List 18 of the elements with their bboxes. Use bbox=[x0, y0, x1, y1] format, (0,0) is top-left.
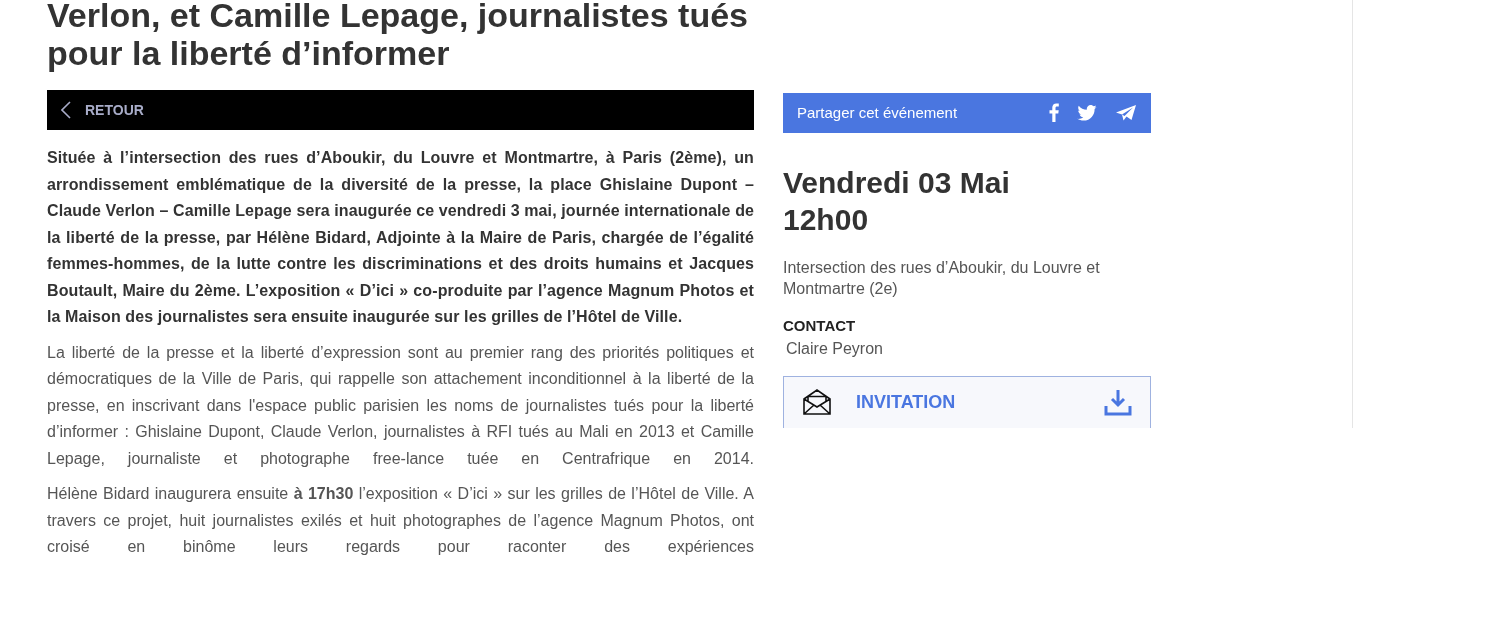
facebook-icon[interactable] bbox=[1049, 103, 1059, 123]
chevron-left-icon bbox=[61, 101, 71, 119]
contact-label: CONTACT bbox=[783, 315, 857, 336]
body-paragraph: Hélène Bidard inaugurera ensuite à 17h30 l’exposition « D’ici » sur les grilles de l’Hôtel de Ville. A travers ce projet, huit journalistes exilés et huit photographes de l’agence Magnum Photos, ont croisé en binôme leurs regards pour raconter des expériences bbox=[47, 484, 754, 557]
contact-name: Claire Peyron bbox=[786, 338, 884, 359]
invitation-download[interactable]: INVITATION bbox=[783, 375, 1151, 428]
invitation-label: INVITATION bbox=[856, 390, 957, 414]
send-icon[interactable] bbox=[1115, 103, 1137, 122]
event-date: Vendredi 03 Mai 12h00 bbox=[783, 164, 1011, 238]
envelope-icon bbox=[802, 388, 832, 417]
download-icon bbox=[1104, 388, 1132, 417]
event-address: Intersection des rues d’Aboukir, du Louvre et Montmartre (2e) bbox=[783, 257, 1101, 299]
page-title: Verlon, et Camille Lepage, journalistes tués pour la liberté d’informer bbox=[47, 0, 749, 72]
twitter-icon[interactable] bbox=[1077, 104, 1097, 121]
back-link[interactable]: RETOUR bbox=[61, 99, 144, 121]
lead-paragraph: Située à l’intersection des rues d’Aboukir, du Louvre et Montmartre, à Paris (2ème), un arrondissement emblématique de la diversité de la presse, la place Ghislaine Dupont – Claude Verlon – Camille Lepage sera inaugurée ce vendredi 3 mai, journée internationale de la liberté de la presse, par Hélène Bidard, Adjointe à la Maire de Paris, chargée de l’égalité femmes-hommes, de la lutte contre les discriminations et des droits humains et Jacques Boutault, Maire du 2ème. L’exposition « D’ici » co-produite par l’agence Magnum Photos et la Maison des journalistes sera ensuite inaugurée sur les grilles de l’Hôtel de Ville. bbox=[47, 148, 754, 327]
body-paragraph: La liberté de la presse et la liberté d’expression sont au premier rang des priorités politiques et démocratiques de la Ville de Paris, qui rappelle son attachement inconditionnel à la liberté de la presse, en inscrivant dans l'espace public parisien les noms de journalistes tués pour la liberté d’informer : Ghislaine Dupont, Claude Verlon, journalistes à RFI tués au Mali en 2013 et Camille Lepage, journaliste et photographe free-lance tuée en Centrafrique en 2014. bbox=[47, 342, 754, 469]
share-label: Partager cet événement bbox=[797, 102, 958, 123]
